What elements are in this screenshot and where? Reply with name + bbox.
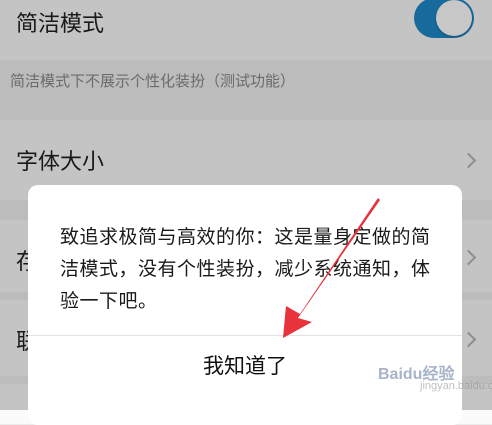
dialog-message: 致追求极简与高效的你：这是量身定做的简洁模式，没有个性装扮，减少系统通知，体验一… bbox=[60, 226, 431, 312]
simple-mode-dialog: 致追求极简与高效的你：这是量身定做的简洁模式，没有个性装扮，减少系统通知，体验一… bbox=[28, 185, 462, 425]
watermark-url: jingyan.baidu.com bbox=[420, 380, 492, 392]
